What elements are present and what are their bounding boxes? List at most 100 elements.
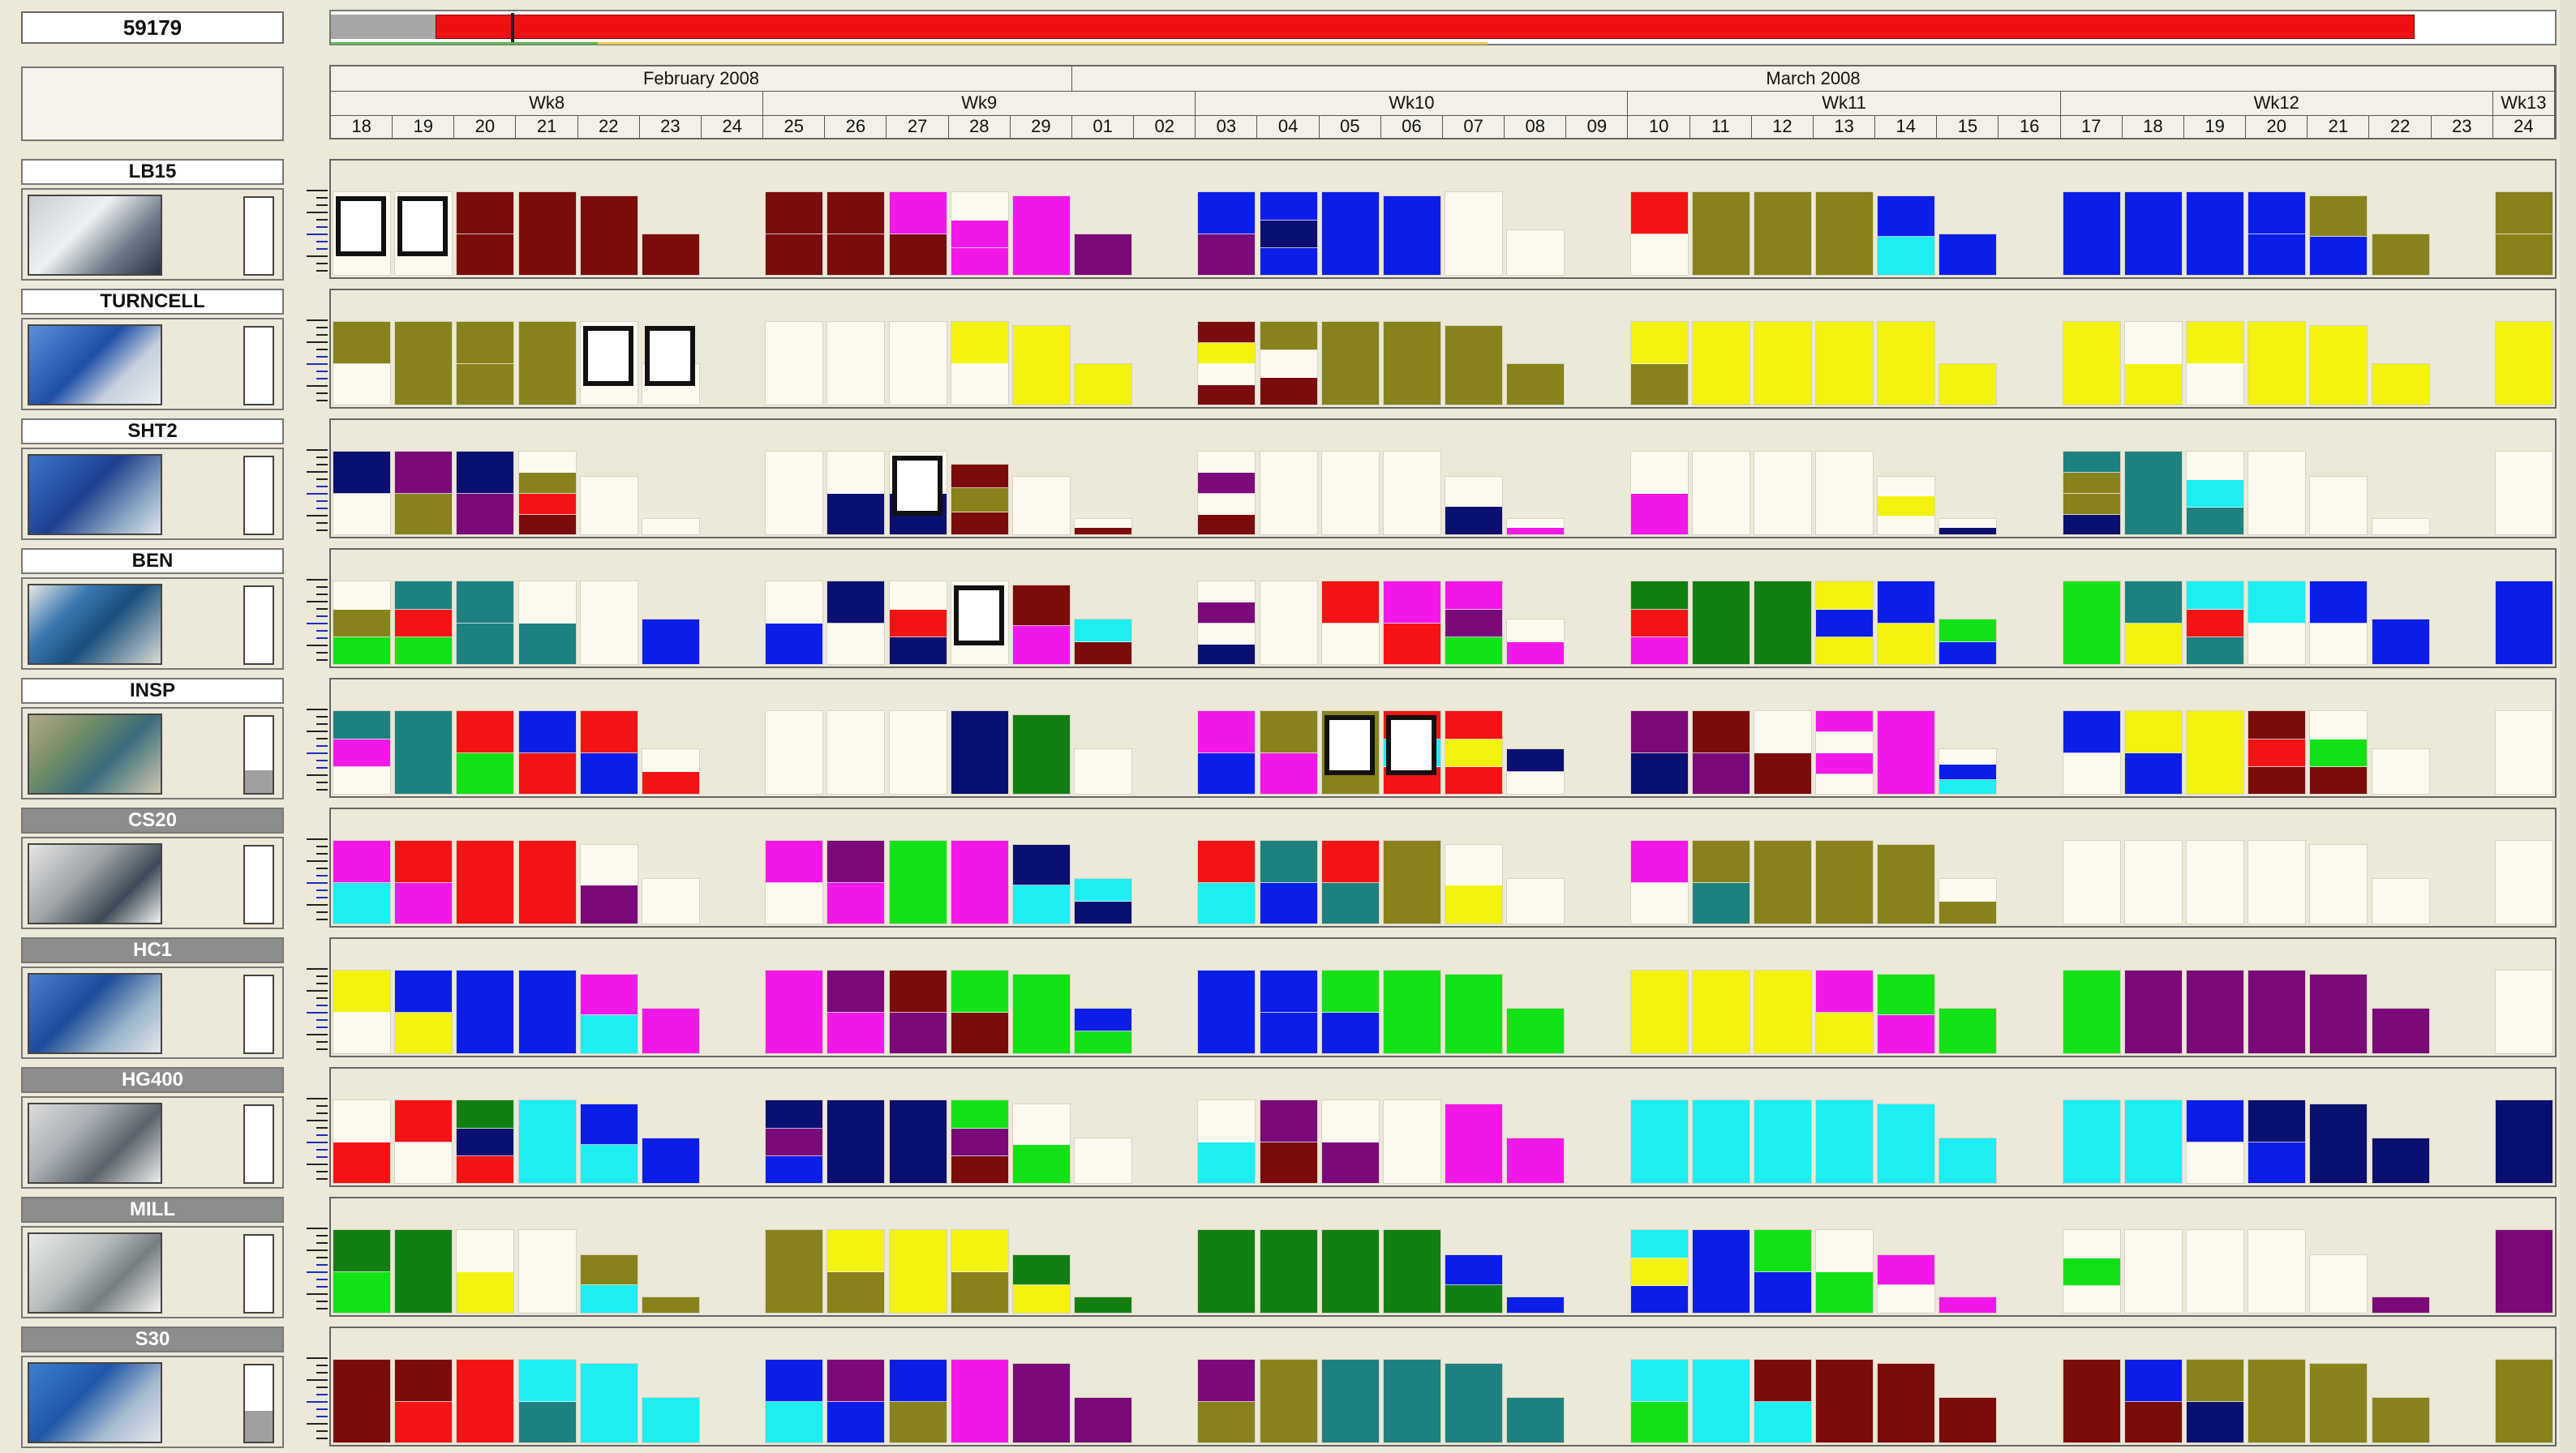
job-segment[interactable] <box>1321 452 1379 534</box>
schedule-block[interactable] <box>579 476 638 535</box>
job-segment[interactable] <box>518 515 576 534</box>
job-segment[interactable] <box>1507 1138 1565 1183</box>
job-segment[interactable] <box>395 1402 453 1442</box>
job-segment[interactable] <box>889 234 947 275</box>
job-segment[interactable] <box>1075 748 1132 794</box>
day-label[interactable]: 22 <box>578 115 640 138</box>
job-segment[interactable] <box>1198 515 1256 534</box>
schedule-block[interactable] <box>2186 840 2245 924</box>
job-segment[interactable] <box>889 1100 947 1183</box>
job-segment[interactable] <box>1692 192 1750 275</box>
job-segment[interactable] <box>766 711 823 794</box>
schedule-block[interactable] <box>2371 618 2430 665</box>
hc1-photo[interactable] <box>28 973 162 1054</box>
job-number-field[interactable]: 59179 <box>21 11 284 44</box>
schedule-block[interactable] <box>1629 970 1689 1054</box>
job-segment[interactable] <box>2495 192 2552 234</box>
schedule-block[interactable] <box>2371 363 2430 405</box>
schedule-block[interactable] <box>456 710 515 795</box>
job-segment[interactable] <box>1878 624 1935 664</box>
job-segment[interactable] <box>2310 1364 2368 1443</box>
job-segment[interactable] <box>1445 609 1503 638</box>
day-label[interactable]: 17 <box>2061 115 2123 138</box>
schedule-block[interactable] <box>1815 321 1874 405</box>
job-segment[interactable] <box>518 452 576 473</box>
job-segment[interactable] <box>333 322 391 364</box>
schedule-block[interactable] <box>765 451 824 535</box>
schedule-block[interactable] <box>1074 877 1133 924</box>
schedule-block[interactable] <box>641 1396 700 1443</box>
job-segment[interactable] <box>395 494 453 534</box>
job-segment[interactable] <box>1754 452 1811 534</box>
machine-name-hc1[interactable]: HC1 <box>21 937 284 963</box>
job-segment[interactable] <box>1198 883 1256 924</box>
job-segment[interactable] <box>2310 739 2368 768</box>
schedule-block[interactable] <box>333 451 392 535</box>
schedule-block[interactable] <box>950 1099 1009 1184</box>
job-segment[interactable] <box>1198 452 1256 473</box>
job-segment[interactable] <box>395 1360 453 1402</box>
schedule-block[interactable] <box>456 970 515 1054</box>
job-segment[interactable] <box>642 1008 699 1053</box>
job-segment[interactable] <box>580 1014 638 1054</box>
schedule-block[interactable] <box>1691 710 1750 795</box>
job-segment[interactable] <box>395 971 453 1013</box>
job-segment[interactable] <box>1445 506 1503 535</box>
schedule-block[interactable] <box>765 321 824 405</box>
schedule-block[interactable] <box>1011 585 1071 665</box>
job-segment[interactable] <box>1630 1402 1688 1442</box>
sht2-photo[interactable] <box>28 454 162 535</box>
schedule-block[interactable] <box>1753 710 1812 795</box>
job-segment[interactable] <box>1939 1138 1997 1183</box>
job-segment[interactable] <box>1198 1142 1256 1183</box>
job-segment[interactable] <box>2310 477 2368 535</box>
day-label[interactable]: 16 <box>1999 115 2061 138</box>
schedule-block[interactable] <box>456 451 515 535</box>
schedule-block[interactable] <box>2371 1297 2430 1314</box>
schedule-block[interactable] <box>517 581 577 665</box>
schedule-block[interactable] <box>1320 451 1380 535</box>
job-segment[interactable] <box>827 883 885 924</box>
schedule-block[interactable] <box>1877 1363 1936 1443</box>
schedule-block[interactable] <box>1320 191 1380 276</box>
job-segment[interactable] <box>951 1272 1008 1313</box>
machine-name-s30[interactable]: S30 <box>21 1327 284 1352</box>
schedule-block[interactable] <box>1320 1359 1380 1443</box>
job-segment[interactable] <box>1321 624 1379 664</box>
job-segment[interactable] <box>1878 1014 1935 1054</box>
schedule-block[interactable] <box>1320 581 1380 665</box>
schedule-block[interactable] <box>2309 325 2368 405</box>
schedule-block[interactable] <box>333 1359 392 1443</box>
schedule-block[interactable] <box>1938 618 1998 665</box>
job-segment[interactable] <box>642 772 699 794</box>
schedule-block[interactable] <box>517 451 577 535</box>
job-segment[interactable] <box>766 1402 823 1442</box>
job-segment[interactable] <box>1012 845 1070 885</box>
job-segment[interactable] <box>766 883 823 924</box>
job-segment[interactable] <box>1198 1100 1256 1142</box>
day-label[interactable]: 25 <box>763 115 826 138</box>
schedule-block[interactable] <box>333 840 392 924</box>
job-segment[interactable] <box>827 1360 885 1402</box>
job-segment[interactable] <box>2495 322 2552 405</box>
job-segment[interactable] <box>1260 1230 1317 1313</box>
schedule-block[interactable] <box>2123 321 2183 405</box>
schedule-block[interactable] <box>1197 1099 1256 1184</box>
schedule-block[interactable] <box>456 191 515 276</box>
job-segment[interactable] <box>1754 581 1811 664</box>
job-segment[interactable] <box>2063 753 2120 794</box>
schedule-block[interactable] <box>1877 321 1936 405</box>
schedule-block[interactable] <box>888 581 947 665</box>
schedule-block[interactable] <box>1506 748 1565 795</box>
schedule-block[interactable] <box>1506 363 1565 405</box>
job-segment[interactable] <box>1816 609 1874 638</box>
schedule-block[interactable] <box>765 840 824 924</box>
schedule-block[interactable] <box>394 840 453 924</box>
job-segment[interactable] <box>395 841 453 883</box>
job-segment[interactable] <box>457 1360 514 1442</box>
schedule-block[interactable] <box>1691 451 1750 535</box>
job-segment[interactable] <box>2310 1104 2368 1184</box>
schedule-block[interactable] <box>1074 1297 1133 1314</box>
job-segment[interactable] <box>1507 1297 1565 1314</box>
job-segment[interactable] <box>2372 1008 2429 1053</box>
